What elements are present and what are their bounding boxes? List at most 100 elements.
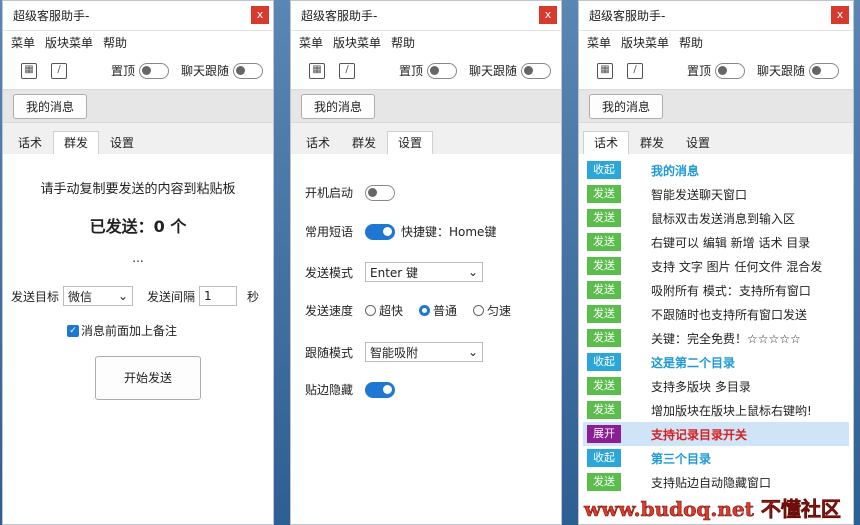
pin-toggle-group: 置顶: [687, 62, 746, 79]
pin-toggle[interactable]: [427, 62, 458, 79]
watermark-text: www.budoq.net 不懂社区: [584, 497, 841, 522]
tab-settings[interactable]: 设置: [675, 131, 721, 155]
calculator-icon[interactable]: ▦: [21, 63, 37, 79]
message-row: 我的消息: [291, 89, 561, 123]
collapse-badge-button[interactable]: 收起: [587, 353, 621, 371]
target-select[interactable]: 微信 ⌄: [63, 286, 134, 306]
list-item-text: 智能发送聊天窗口: [651, 187, 748, 202]
tab-settings[interactable]: 设置: [99, 131, 145, 155]
target-label: 发送目标: [11, 289, 60, 304]
menu-item-block-menu[interactable]: 版块菜单: [333, 34, 381, 51]
follow-toggle[interactable]: [233, 62, 264, 79]
send-badge-button[interactable]: 发送: [587, 257, 621, 275]
tab-phrases[interactable]: 话术: [295, 131, 341, 155]
menu-item-menu[interactable]: 菜单: [11, 34, 35, 51]
menu-item-help[interactable]: 帮助: [679, 34, 703, 51]
edit-icon[interactable]: /: [51, 63, 67, 79]
send-badge-button[interactable]: 发送: [587, 305, 621, 323]
list-item-text: 支持记录目录开关: [651, 427, 748, 442]
menu-item-menu[interactable]: 菜单: [587, 34, 611, 51]
collapse-badge-button[interactable]: 收起: [587, 449, 621, 467]
list-item[interactable]: 发送 鼠标双击发送消息到输入区: [583, 206, 849, 230]
list-item[interactable]: 发送 智能发送聊天窗口: [583, 182, 849, 206]
pin-toggle[interactable]: [715, 62, 746, 79]
tab-settings[interactable]: 设置: [387, 131, 434, 156]
send-mode-value: Enter 键: [370, 265, 419, 280]
list-item[interactable]: 展开 支持记录目录开关: [583, 422, 849, 446]
tab-phrases[interactable]: 话术: [7, 131, 53, 155]
send-badge-button[interactable]: 发送: [587, 329, 621, 347]
start-send-button[interactable]: 开始发送: [95, 356, 201, 400]
tab-phrases[interactable]: 话术: [583, 131, 630, 156]
list-item[interactable]: 发送 增加版块在版块上鼠标右键哟!: [583, 398, 849, 422]
list-item-text: 增加版块在版块上鼠标右键哟!: [651, 403, 812, 418]
edit-icon[interactable]: /: [627, 63, 643, 79]
send-badge-button[interactable]: 发送: [587, 233, 621, 251]
send-badge-button[interactable]: 发送: [587, 209, 621, 227]
list-item[interactable]: 发送 支持 文字 图片 任何文件 混合发: [583, 254, 849, 278]
my-messages-button[interactable]: 我的消息: [589, 93, 664, 119]
calculator-icon[interactable]: ▦: [597, 63, 613, 79]
menu-item-help[interactable]: 帮助: [391, 34, 415, 51]
list-item[interactable]: 发送 关键：完全免费！☆☆☆☆☆: [583, 326, 849, 350]
chevron-down-icon: ⌄: [117, 289, 129, 303]
close-button[interactable]: x: [251, 6, 269, 24]
startup-toggle[interactable]: [365, 184, 395, 201]
menu-item-block-menu[interactable]: 版块菜单: [45, 34, 93, 51]
speed-radio-steady[interactable]: [473, 305, 485, 316]
menu-item-menu[interactable]: 菜单: [299, 34, 323, 51]
list-item[interactable]: 发送 支持多版块 多目录: [583, 374, 849, 398]
list-item[interactable]: 发送 不跟随时也支持所有窗口发送: [583, 302, 849, 326]
send-badge-button[interactable]: 发送: [587, 473, 621, 491]
tab-mass-send[interactable]: 群发: [53, 131, 100, 156]
send-badge-button[interactable]: 发送: [587, 185, 621, 203]
window-settings: 超级客服助手- x 菜单 版块菜单 帮助 ▦ / 置顶 聊天跟随 我的消息 话术…: [290, 0, 562, 525]
pin-toggle[interactable]: [139, 62, 170, 79]
tab-mass-send[interactable]: 群发: [341, 131, 387, 155]
menu-bar: 菜单 版块菜单 帮助: [579, 31, 853, 53]
list-item[interactable]: 发送 右键可以 编辑 新增 话术 目录: [583, 230, 849, 254]
tab-mass-send[interactable]: 群发: [629, 131, 675, 155]
chevron-down-icon: ⌄: [467, 265, 478, 279]
menu-bar: 菜单 版块菜单 帮助: [291, 31, 561, 53]
speed-radio-normal[interactable]: [419, 305, 431, 316]
close-button[interactable]: x: [539, 6, 557, 24]
close-button[interactable]: x: [831, 6, 849, 24]
list-item[interactable]: 收起 第三个目录: [583, 446, 849, 470]
settings-panel: 开机启动 常用短语 快捷键：Home键 发送模式 Enter 键 ⌄ 发送速度 …: [291, 154, 561, 524]
list-item[interactable]: 发送 吸附所有 模式：支持所有窗口: [583, 278, 849, 302]
ellipsis-text: ...: [132, 251, 144, 265]
calculator-icon[interactable]: ▦: [309, 63, 325, 79]
send-badge-button[interactable]: 发送: [587, 281, 621, 299]
follow-toggle[interactable]: [809, 62, 840, 79]
list-item[interactable]: 收起 我的消息: [583, 158, 849, 182]
edit-icon[interactable]: /: [339, 63, 355, 79]
my-messages-button[interactable]: 我的消息: [13, 93, 88, 119]
follow-mode-select[interactable]: 智能吸附 ⌄: [365, 342, 483, 362]
my-messages-button[interactable]: 我的消息: [301, 93, 376, 119]
list-item[interactable]: 收起 这是第二个目录: [583, 350, 849, 374]
remark-checkbox[interactable]: ✓: [67, 324, 79, 337]
mass-send-panel: 请手动复制要发送的内容到粘贴板 已发送：0 个 ... 发送目标 微信 ⌄ 发送…: [3, 154, 273, 524]
sent-count: 已发送：0 个: [89, 217, 187, 236]
expand-badge-button[interactable]: 展开: [587, 425, 621, 443]
list-item-text: 鼠标双击发送消息到输入区: [651, 211, 796, 226]
collapse-badge-button[interactable]: 收起: [587, 161, 621, 179]
send-mode-select[interactable]: Enter 键 ⌄: [365, 262, 483, 282]
edge-hide-toggle[interactable]: [365, 381, 395, 398]
window-phrases: 超级客服助手- x 菜单 版块菜单 帮助 ▦ / 置顶 聊天跟随 我的消息 话术…: [578, 0, 854, 525]
send-badge-button[interactable]: 发送: [587, 401, 621, 419]
menu-item-help[interactable]: 帮助: [103, 34, 127, 51]
speed-radio-fast[interactable]: [365, 305, 376, 316]
follow-label: 聊天跟随: [469, 64, 518, 78]
follow-toggle[interactable]: [521, 62, 552, 79]
menu-item-block-menu[interactable]: 版块菜单: [621, 34, 669, 51]
list-item[interactable]: 发送 支持贴边自动隐藏窗口: [583, 470, 849, 494]
send-badge-button[interactable]: 发送: [587, 377, 621, 395]
remark-label: 消息前面加上备注: [81, 324, 178, 338]
interval-input[interactable]: 1: [199, 286, 238, 306]
tab-bar: 话术 群发 设置: [291, 131, 561, 156]
chevron-down-icon: ⌄: [467, 345, 478, 359]
speed-option-normal: 普通: [433, 304, 458, 318]
phrase-toggle[interactable]: [365, 223, 395, 240]
